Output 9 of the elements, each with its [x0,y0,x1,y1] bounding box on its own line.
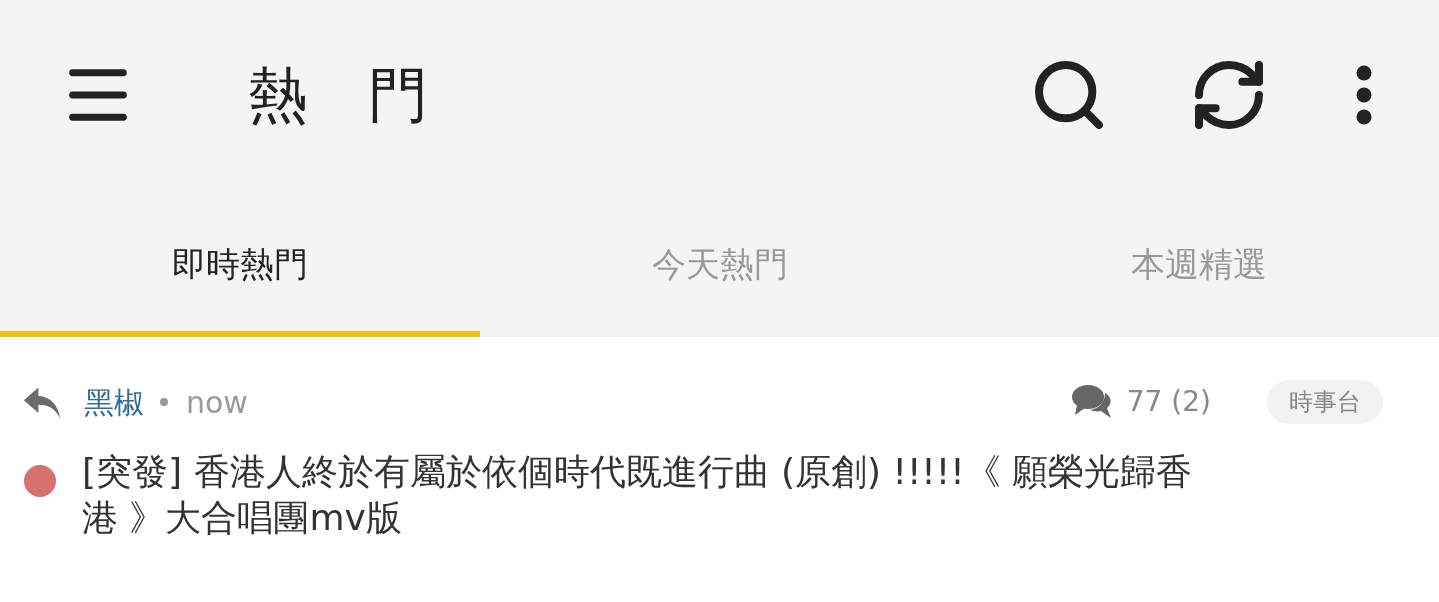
post-title[interactable]: [突發] 香港人終於有屬於依個時代既進行曲 (原創) !!!!!《 願榮光歸香港 》大合唱團mv版 [82,449,1207,541]
page-title: 熱 門 [248,59,428,132]
comment-count: 77 (2) [1126,384,1211,420]
post-time: now [186,383,248,422]
more-icon [1356,65,1372,125]
tab[interactable]: 即時熱門 [0,190,480,337]
author-name[interactable]: 黑椒 [84,379,144,425]
category-tag[interactable]: 時事台 [1267,380,1383,424]
comments-icon [1070,383,1113,421]
